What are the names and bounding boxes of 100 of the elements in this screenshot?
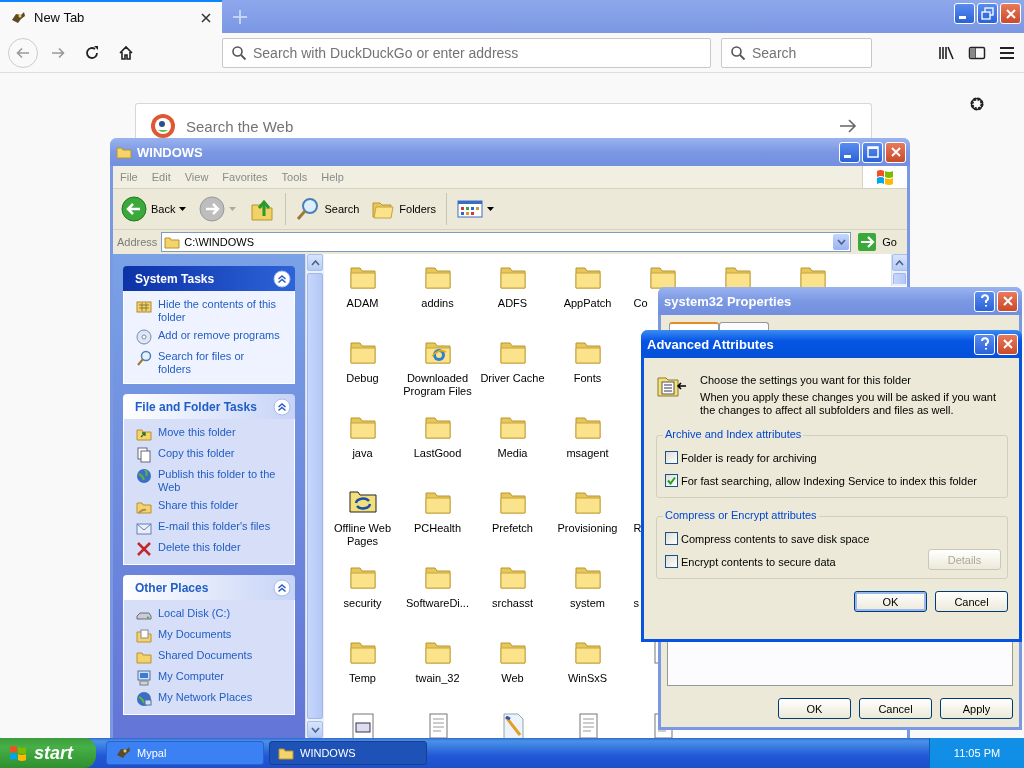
file-name[interactable]: ADFS xyxy=(475,297,550,310)
close-button[interactable] xyxy=(1000,3,1021,24)
file-name[interactable]: Provisioning xyxy=(550,522,625,535)
home-icon xyxy=(118,44,134,61)
folders-button[interactable]: Folders xyxy=(367,195,440,223)
file-name[interactable]: WinSxS xyxy=(550,672,625,685)
address-field[interactable]: Search with DuckDuckGo or enter address xyxy=(222,37,711,68)
collapse-icon[interactable] xyxy=(273,269,291,288)
maximize-button[interactable] xyxy=(862,141,883,163)
file-name[interactable]: twain_32 xyxy=(400,672,475,685)
task-link[interactable]: Share this folder xyxy=(158,499,239,512)
file-name[interactable]: SoftwareDi... xyxy=(400,597,475,610)
dialog-button[interactable]: Apply xyxy=(940,698,1013,719)
dialog-button[interactable]: Cancel xyxy=(935,591,1008,612)
collapse-icon[interactable] xyxy=(273,578,291,597)
file-name[interactable]: Fonts xyxy=(550,372,625,385)
minimize-icon xyxy=(844,154,851,158)
task-link[interactable]: My Network Places xyxy=(158,691,253,704)
dialog-button[interactable]: OK xyxy=(854,591,927,612)
taskbar-button[interactable]: WINDOWS xyxy=(269,741,427,765)
back-button[interactable]: Back xyxy=(117,194,192,224)
task-link[interactable]: My Documents xyxy=(158,628,232,641)
panel-header[interactable]: Other Places xyxy=(123,575,295,600)
help-button[interactable] xyxy=(974,333,995,355)
go-button[interactable]: Go xyxy=(855,232,903,252)
task-link[interactable]: Publish this folder to the Web xyxy=(158,468,280,494)
checkbox[interactable] xyxy=(665,532,678,545)
minimize-button[interactable] xyxy=(839,141,860,163)
file-name[interactable]: Driver Cache xyxy=(475,372,550,385)
file-name[interactable]: system xyxy=(550,597,625,610)
task-link[interactable]: Move this folder xyxy=(158,426,236,439)
checkbox[interactable] xyxy=(665,451,678,464)
task-link[interactable]: Local Disk (C:) xyxy=(158,607,231,620)
dropdown-button[interactable] xyxy=(833,234,850,250)
close-button[interactable] xyxy=(885,141,906,163)
restore-button[interactable] xyxy=(977,3,998,24)
file-name[interactable]: LastGood xyxy=(400,447,475,460)
file-name[interactable]: Offline Web Pages xyxy=(325,522,400,548)
dialog-button[interactable]: Cancel xyxy=(859,698,932,719)
task-link[interactable]: Copy this folder xyxy=(158,447,235,460)
checkbox[interactable] xyxy=(665,474,678,487)
panel-title: File and Folder Tasks xyxy=(135,399,257,414)
search-input[interactable]: Search xyxy=(752,39,863,66)
file-name[interactable]: PCHealth xyxy=(400,522,475,535)
dialog-heading: Choose the settings you want for this folder xyxy=(700,374,912,386)
search-icon xyxy=(730,44,746,61)
checkbox[interactable] xyxy=(665,555,678,568)
panel-header[interactable]: File and Folder Tasks xyxy=(123,394,295,419)
file-name[interactable]: Prefetch xyxy=(475,522,550,535)
library-icon[interactable] xyxy=(938,44,956,61)
task-link[interactable]: Shared Documents xyxy=(158,649,253,662)
task-link[interactable]: Delete this folder xyxy=(158,541,241,554)
reload-icon xyxy=(84,44,100,61)
file-name[interactable]: security xyxy=(325,597,400,610)
sidebar-icon[interactable] xyxy=(968,44,986,61)
address-field[interactable]: C:\WINDOWS xyxy=(161,232,852,252)
browser-tab[interactable]: New Tab xyxy=(0,0,222,33)
task-link[interactable]: Hide the contents of this folder xyxy=(158,298,280,324)
minimize-button[interactable] xyxy=(954,3,975,24)
folder-icon xyxy=(136,426,152,442)
close-icon[interactable] xyxy=(200,11,212,24)
file-name[interactable]: ADAM xyxy=(325,297,400,310)
file-name[interactable]: Temp xyxy=(325,672,400,685)
web-search-field[interactable]: Search the Web xyxy=(135,103,872,138)
checkbox-label[interactable]: Folder is ready for archiving xyxy=(681,451,817,464)
close-button[interactable] xyxy=(997,290,1018,312)
folder-icon xyxy=(136,649,152,665)
file-name[interactable]: addins xyxy=(400,297,475,310)
address-input[interactable]: Search with DuckDuckGo or enter address xyxy=(253,39,702,66)
file-name[interactable]: Web xyxy=(475,672,550,685)
file-name[interactable]: msagent xyxy=(550,447,625,460)
dialog-button[interactable]: OK xyxy=(778,698,851,719)
checkbox-label[interactable]: For fast searching, allow Indexing Service to index this folder xyxy=(681,474,977,487)
search-icon xyxy=(296,197,321,221)
menu-icon[interactable] xyxy=(998,44,1016,61)
file-name[interactable]: Downloaded Program Files xyxy=(400,372,475,398)
help-button[interactable] xyxy=(974,290,995,312)
taskbar-button[interactable]: Mypal xyxy=(106,741,264,765)
windows-flag-icon xyxy=(8,744,28,762)
search-button[interactable]: Search xyxy=(292,195,364,223)
task-link[interactable]: My Computer xyxy=(158,670,225,683)
task-link[interactable]: Add or remove programs xyxy=(158,329,280,342)
arrow-icon[interactable] xyxy=(839,118,857,134)
search-field[interactable]: Search xyxy=(721,37,872,68)
file-name[interactable]: Debug xyxy=(325,372,400,385)
file-name[interactable]: srchasst xyxy=(475,597,550,610)
file-name[interactable]: Media xyxy=(475,447,550,460)
collapse-icon[interactable] xyxy=(273,397,291,416)
file-name[interactable]: AppPatch xyxy=(550,297,625,310)
settings-icon[interactable] xyxy=(968,95,986,113)
file-name[interactable]: java xyxy=(325,447,400,460)
web-search-input[interactable]: Search the Web xyxy=(186,116,829,136)
globe-icon xyxy=(136,691,152,707)
checkbox-label[interactable]: Compress contents to save disk space xyxy=(681,532,870,545)
chevron-icon xyxy=(836,239,846,245)
close-button[interactable] xyxy=(997,333,1018,355)
panel-header[interactable]: System Tasks xyxy=(123,266,295,291)
task-link[interactable]: Search for files or folders xyxy=(158,350,280,376)
checkbox-label[interactable]: Encrypt contents to secure data xyxy=(681,555,836,568)
task-link[interactable]: E-mail this folder's files xyxy=(158,520,271,533)
